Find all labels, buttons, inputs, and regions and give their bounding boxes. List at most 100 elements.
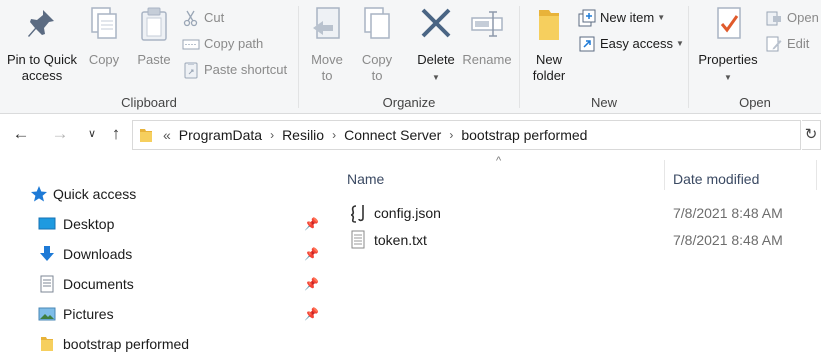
breadcrumb-item[interactable]: bootstrap performed (461, 127, 587, 143)
download-icon (38, 245, 56, 263)
nav-item-bootstrap-performed[interactable]: bootstrap performed (0, 329, 325, 358)
clipboard-group-label: Clipboard (121, 95, 177, 110)
rename-button[interactable]: Rename (461, 4, 513, 68)
pin-to-quick-access-button[interactable]: Pin to Quick access (4, 4, 80, 84)
address-bar[interactable]: « ProgramData › Resilio › Connect Server… (132, 120, 801, 150)
copy-button[interactable]: Copy (84, 4, 124, 68)
scissors-icon (182, 9, 200, 27)
open-label: Open (787, 10, 819, 25)
breadcrumb-item[interactable]: Connect Server (344, 127, 441, 143)
cut-button[interactable]: Cut (182, 7, 224, 29)
file-row[interactable]: token.txt 7/8/2021 8:48 AM (346, 227, 816, 253)
new-item-button[interactable]: New item ▼ (578, 7, 665, 29)
nav-item-downloads[interactable]: Downloads 📌 (0, 239, 325, 269)
breadcrumb-separator[interactable]: › (332, 128, 336, 142)
json-file-icon (350, 203, 366, 223)
nav-item-pictures[interactable]: Pictures 📌 (0, 299, 325, 329)
clipboard-group: Pin to Quick access Copy Paste Cut Copy … (0, 0, 298, 114)
breadcrumb-item[interactable]: Resilio (282, 127, 324, 143)
move-to-label: Move to (311, 52, 343, 83)
nav-item-label: Quick access (53, 186, 137, 202)
delete-x-icon (418, 4, 454, 46)
new-folder-icon (531, 4, 567, 46)
delete-label: Delete (417, 52, 455, 67)
documents-icon (38, 275, 56, 293)
open-group-label: Open (739, 95, 771, 110)
refresh-icon[interactable]: ↻ (802, 120, 821, 150)
new-folder-button[interactable]: New folder (526, 4, 572, 84)
file-row[interactable]: config.json 7/8/2021 8:48 AM (346, 200, 816, 226)
column-header-name[interactable]: Name (347, 161, 665, 195)
paste-shortcut-label: Paste shortcut (204, 62, 288, 77)
paste-label: Paste (137, 52, 171, 67)
open-icon (765, 9, 783, 27)
file-name: token.txt (374, 232, 427, 248)
copy-path-button[interactable]: Copy path (182, 33, 263, 55)
breadcrumb-item[interactable]: ProgramData (179, 127, 262, 143)
desktop-icon (38, 215, 56, 233)
open-button[interactable]: Open (765, 7, 819, 29)
nav-item-documents[interactable]: Documents 📌 (0, 269, 325, 299)
nav-item-label: Pictures (63, 306, 114, 322)
navigation-bar: ← → ∨ ↑ « ProgramData › Resilio › Connec… (0, 115, 821, 155)
properties-button[interactable]: Properties ▼ (695, 4, 761, 86)
chevron-down-icon: ▼ (657, 13, 666, 22)
breadcrumb-separator[interactable]: › (270, 128, 274, 142)
nav-item-label: Downloads (63, 246, 133, 262)
properties-icon (710, 4, 746, 46)
copy-icon (86, 4, 122, 46)
pin-icon[interactable]: 📌 (304, 217, 319, 231)
ribbon: Pin to Quick access Copy Paste Cut Copy … (0, 0, 821, 114)
properties-dropdown-caret[interactable]: ▼ (724, 70, 732, 86)
edit-button[interactable]: Edit (765, 33, 809, 55)
up-arrow-icon[interactable]: ↑ (105, 123, 127, 145)
easy-access-button[interactable]: Easy access ▼ (578, 33, 684, 55)
forward-arrow-icon[interactable]: → (49, 123, 71, 145)
edit-icon (765, 35, 783, 53)
text-file-icon (350, 230, 366, 250)
organize-group: Move to Copy to Delete ▼ Rename Organize (299, 0, 519, 114)
properties-label: Properties (698, 52, 758, 67)
nav-item-label: Desktop (63, 216, 115, 232)
pin-label: Pin to Quick access (6, 52, 78, 83)
recent-locations-chevron-icon[interactable]: ∨ (81, 123, 103, 145)
breadcrumb-separator[interactable]: › (449, 128, 453, 142)
navigation-pane: Quick access Desktop 📌 Downloads 📌 Docum… (0, 175, 325, 358)
copy-path-label: Copy path (204, 36, 264, 51)
copy-to-label: Copy to (361, 52, 393, 83)
paste-shortcut-button[interactable]: Paste shortcut (182, 59, 287, 81)
file-list: ^ Name Date modified config.json 7/8/202… (336, 155, 821, 358)
new-item-icon (578, 9, 596, 27)
nav-item-desktop[interactable]: Desktop 📌 (0, 209, 325, 239)
paste-icon (136, 4, 172, 46)
column-divider[interactable] (664, 160, 665, 190)
new-group: New folder New item ▼ Easy access ▼ New (520, 0, 688, 114)
back-arrow-icon[interactable]: ← (10, 123, 32, 145)
rename-label: Rename (462, 52, 512, 67)
pin-icon[interactable]: 📌 (304, 277, 319, 291)
chevron-down-icon: ▼ (675, 39, 684, 48)
column-divider[interactable] (816, 160, 817, 190)
column-header-date-modified[interactable]: Date modified (673, 161, 813, 195)
copy-to-button[interactable]: Copy to (357, 4, 397, 84)
nav-item-quick-access[interactable]: Quick access (0, 179, 325, 209)
move-to-button[interactable]: Move to (307, 4, 347, 84)
open-group: Properties ▼ Open Edit Open (689, 0, 821, 114)
delete-dropdown-caret[interactable]: ▼ (432, 70, 440, 86)
copy-label: Copy (88, 52, 120, 67)
delete-button[interactable]: Delete ▼ (411, 4, 461, 86)
nav-item-label: Documents (63, 276, 134, 292)
pin-icon[interactable]: 📌 (304, 247, 319, 261)
file-name: config.json (374, 205, 441, 221)
pin-icon (24, 4, 60, 46)
breadcrumb-overflow[interactable]: « (163, 127, 171, 143)
easy-access-icon (578, 35, 596, 53)
nav-item-label: bootstrap performed (63, 336, 190, 352)
folder-icon (40, 335, 58, 353)
paste-button[interactable]: Paste (134, 4, 174, 68)
easy-access-label: Easy access (600, 36, 673, 51)
pin-icon[interactable]: 📌 (304, 307, 319, 321)
file-date-modified: 7/8/2021 8:48 AM (673, 232, 783, 248)
rename-icon (469, 4, 505, 46)
pictures-icon (38, 305, 56, 323)
